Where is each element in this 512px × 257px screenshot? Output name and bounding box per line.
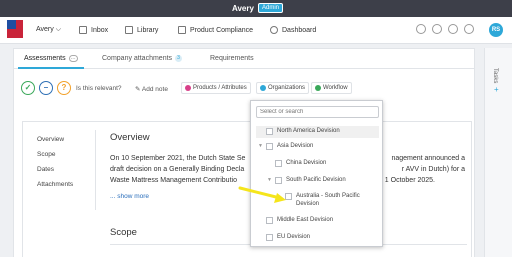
organization-search-input[interactable] xyxy=(256,106,379,118)
library-icon xyxy=(125,26,133,34)
help-icon[interactable] xyxy=(416,24,426,34)
dashboard-icon xyxy=(270,26,278,34)
yes-check-icon[interactable]: ✓ xyxy=(21,81,35,95)
org-option-label: Australia - South Pacific Devision xyxy=(296,193,360,207)
toc-divider xyxy=(95,130,96,210)
overview-line-3-end: 1 October 2025. xyxy=(384,177,435,184)
table-of-contents: Overview Scope Dates Attachments xyxy=(37,136,73,196)
top-navbar: Avery ⌵ Inbox Library Product Compliance… xyxy=(0,17,512,44)
tab-assessments-count: ··· xyxy=(68,55,78,62)
org-checkbox[interactable] xyxy=(266,128,273,135)
settings-icon[interactable] xyxy=(448,24,458,34)
overview-line-2: draft decision on a Generally Binding De… xyxy=(110,166,245,173)
workflow-icon xyxy=(315,85,321,91)
window-title: Avery xyxy=(232,4,254,13)
overview-line-1-end: nagement announced a xyxy=(391,155,465,162)
title-bar: Avery Admin xyxy=(0,0,512,17)
org-checkbox[interactable] xyxy=(266,143,273,150)
toc-dates[interactable]: Dates xyxy=(37,166,73,173)
overview-line-3: Waste Mattress Management Contributio xyxy=(110,177,237,184)
nav-dashboard-label: Dashboard xyxy=(282,26,317,34)
org-option-label: EU Devision xyxy=(277,234,311,240)
org-option-label: China Devision xyxy=(286,160,327,166)
show-more-link[interactable]: ... show more xyxy=(110,193,149,200)
relevance-question: Is this relevant? xyxy=(76,85,122,92)
nav-inbox-label: Inbox xyxy=(91,26,109,34)
org-checkbox[interactable] xyxy=(266,234,273,241)
toc-attachments[interactable]: Attachments xyxy=(37,181,73,188)
assessment-card: Assessments ··· Company attachments 3 Re… xyxy=(13,48,475,257)
scope-heading: Scope xyxy=(110,227,137,238)
tab-requirements-label: Requirements xyxy=(210,55,254,62)
user-menu[interactable]: Avery ⌵ xyxy=(36,26,61,34)
top-icons xyxy=(416,24,474,34)
products-attributes-button[interactable]: Products / Attributes xyxy=(181,82,251,94)
no-minus-icon[interactable]: – xyxy=(39,81,53,95)
org-option-eu[interactable]: EU Devision xyxy=(266,234,310,241)
tasks-rail-label: Tasks xyxy=(492,68,498,84)
collapse-triangle-icon[interactable]: ▼ xyxy=(267,177,272,183)
org-option-australia[interactable]: Australia - South Pacific Devision xyxy=(285,192,377,208)
org-option-middle-east[interactable]: Middle East Devision xyxy=(266,217,333,224)
tasks-rail[interactable]: Tasks + xyxy=(484,48,512,257)
language-icon[interactable] xyxy=(464,24,474,34)
tab-assessments[interactable]: Assessments ··· xyxy=(24,55,78,62)
org-checkbox[interactable] xyxy=(266,217,273,224)
org-checkbox[interactable] xyxy=(275,177,282,184)
nav-library-label: Library xyxy=(137,26,159,34)
pointer-arrow-icon xyxy=(238,186,286,203)
workflow-button[interactable]: Workflow xyxy=(311,82,352,94)
nav-dashboard[interactable]: Dashboard xyxy=(270,26,316,34)
active-tab-indicator xyxy=(18,67,84,69)
add-task-icon[interactable]: + xyxy=(494,85,499,94)
org-option-south-pacific[interactable]: South Pacific Devision xyxy=(275,177,346,184)
nav-inbox[interactable]: Inbox xyxy=(79,26,108,34)
nav-library[interactable]: Library xyxy=(125,26,158,34)
products-attributes-label: Products / Attributes xyxy=(193,85,247,91)
nav-product-compliance[interactable]: Product Compliance xyxy=(178,26,253,34)
overview-line-2-end: r AVV in Dutch) for a xyxy=(401,166,465,173)
compliance-icon xyxy=(178,26,186,34)
overview-heading: Overview xyxy=(110,132,150,143)
org-option-label: North America Devision xyxy=(277,128,340,134)
org-option-north-america[interactable]: North America Devision xyxy=(256,126,379,138)
org-option-label: Middle East Devision xyxy=(277,217,334,223)
brand-logo[interactable] xyxy=(7,20,23,38)
add-note-button[interactable]: ✎ Add note xyxy=(135,85,168,93)
org-option-label: Asia Devision xyxy=(277,143,314,149)
organizations-dropdown: North America Devision ▼ Asia Devision C… xyxy=(250,100,383,247)
globe-icon xyxy=(260,85,266,91)
org-option-label: South Pacific Devision xyxy=(286,177,346,183)
avatar[interactable]: RS xyxy=(489,23,503,37)
workflow-label: Workflow xyxy=(323,85,348,91)
tab-company-attachments-count: 3 xyxy=(175,55,183,62)
unsure-question-icon[interactable]: ? xyxy=(57,81,71,95)
tab-company-attachments[interactable]: Company attachments 3 xyxy=(102,55,183,62)
add-note-label: Add note xyxy=(141,86,168,93)
nav-product-compliance-label: Product Compliance xyxy=(190,26,254,34)
plus-icon xyxy=(185,85,191,91)
tab-company-attachments-label: Company attachments xyxy=(102,55,173,62)
organizations-label: Organizations xyxy=(268,85,306,91)
inbox-icon xyxy=(79,26,87,34)
notifications-icon[interactable] xyxy=(432,24,442,34)
tab-assessments-label: Assessments xyxy=(24,55,66,62)
org-option-china[interactable]: China Devision xyxy=(275,160,326,167)
org-checkbox[interactable] xyxy=(275,160,282,167)
tab-bar: Assessments ··· Company attachments 3 Re… xyxy=(14,49,474,69)
toc-overview[interactable]: Overview xyxy=(37,136,73,143)
toc-scope[interactable]: Scope xyxy=(37,151,73,158)
org-option-asia[interactable]: Asia Devision xyxy=(266,143,313,150)
overview-line-1: On 10 September 2021, the Dutch State Se xyxy=(110,155,246,162)
collapse-triangle-icon[interactable]: ▼ xyxy=(258,143,263,149)
organizations-button[interactable]: Organizations xyxy=(256,82,310,94)
admin-badge: Admin xyxy=(258,3,284,13)
tab-requirements[interactable]: Requirements xyxy=(210,55,254,62)
